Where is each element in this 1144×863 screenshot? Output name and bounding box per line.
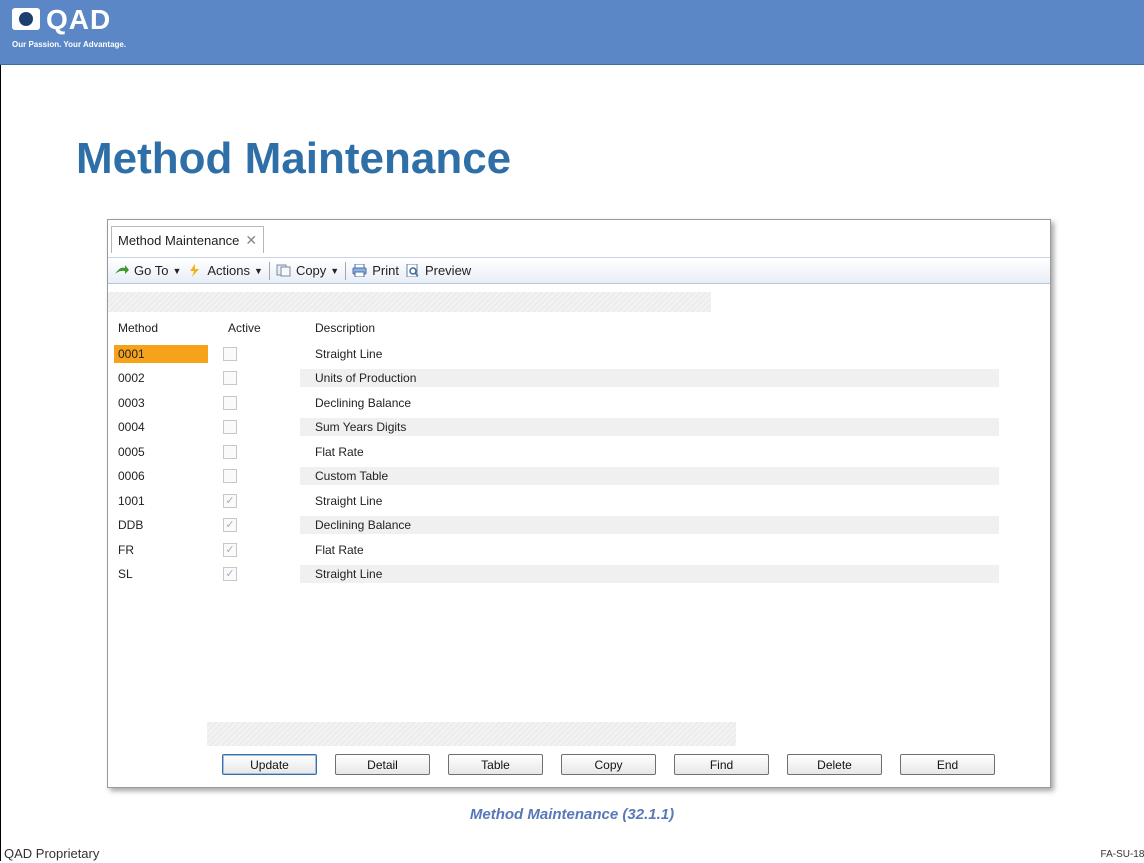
- column-header-active: Active: [228, 321, 261, 335]
- active-checkbox[interactable]: ✓: [223, 518, 237, 532]
- table-row[interactable]: FR ✓ Flat Rate: [108, 539, 1050, 563]
- figure-caption: Method Maintenance (32.1.1): [469, 806, 675, 823]
- table-row[interactable]: 0002 Units of Production: [108, 367, 1050, 391]
- chevron-down-icon: ▼: [254, 265, 263, 276]
- footer-proprietary: QAD Proprietary: [4, 846, 100, 861]
- description-cell[interactable]: Units of Production: [315, 369, 416, 387]
- method-cell[interactable]: DDB: [114, 516, 208, 534]
- copy-menu[interactable]: Copy ▼: [276, 263, 339, 278]
- goto-menu[interactable]: Go To ▼: [114, 263, 181, 278]
- method-cell[interactable]: 0005: [114, 443, 208, 461]
- print-button[interactable]: Print: [352, 263, 399, 278]
- tab-method-maintenance[interactable]: Method Maintenance ✕: [111, 226, 265, 253]
- actions-label: Actions: [207, 263, 251, 278]
- active-checkbox[interactable]: [223, 445, 237, 459]
- method-cell[interactable]: 0003: [114, 394, 208, 412]
- description-cell[interactable]: Custom Table: [315, 467, 388, 485]
- description-cell[interactable]: Straight Line: [315, 345, 382, 363]
- qad-logo-icon: [12, 8, 40, 30]
- active-checkbox[interactable]: [223, 420, 237, 434]
- filter-bar: [108, 292, 711, 312]
- goto-arrow-icon: [115, 265, 129, 274]
- actions-menu[interactable]: Actions ▼: [187, 263, 263, 278]
- method-cell[interactable]: SL: [114, 565, 208, 583]
- method-maintenance-window: Method Maintenance ✕ Go To ▼ Actions ▼ C…: [107, 219, 1051, 788]
- table-row[interactable]: 0001 Straight Line: [108, 343, 1050, 367]
- table-button[interactable]: Table: [448, 754, 543, 775]
- description-cell[interactable]: Straight Line: [315, 565, 382, 583]
- active-checkbox[interactable]: ✓: [223, 567, 237, 581]
- description-cell[interactable]: Declining Balance: [315, 516, 411, 534]
- copy-button[interactable]: Copy: [561, 754, 656, 775]
- active-checkbox[interactable]: ✓: [223, 494, 237, 508]
- status-bar: [207, 722, 736, 746]
- copy-icon: [276, 264, 291, 277]
- preview-button[interactable]: Preview: [405, 263, 471, 278]
- lightning-icon: [190, 264, 200, 277]
- delete-button[interactable]: Delete: [787, 754, 882, 775]
- tab-label: Method Maintenance: [118, 232, 240, 248]
- logo-text: QAD: [46, 4, 112, 35]
- table-row[interactable]: 0006 Custom Table: [108, 465, 1050, 489]
- table-row[interactable]: 1001 ✓ Straight Line: [108, 490, 1050, 514]
- footer-slide-id: FA-SU-180: [1100, 849, 1144, 860]
- table-row[interactable]: 0004 Sum Years Digits: [108, 416, 1050, 440]
- method-cell[interactable]: FR: [114, 541, 208, 559]
- active-checkbox[interactable]: [223, 469, 237, 483]
- find-button[interactable]: Find: [674, 754, 769, 775]
- close-icon[interactable]: ✕: [245, 232, 257, 249]
- method-cell[interactable]: 0002: [114, 369, 208, 387]
- printer-icon: [352, 264, 367, 277]
- chevron-down-icon: ▼: [172, 265, 182, 276]
- active-checkbox[interactable]: [223, 396, 237, 410]
- table-row[interactable]: 0005 Flat Rate: [108, 441, 1050, 465]
- chevron-down-icon: ▼: [330, 265, 340, 276]
- description-cell[interactable]: Sum Years Digits: [315, 418, 406, 436]
- method-cell[interactable]: 0004: [114, 418, 208, 436]
- description-cell[interactable]: Flat Rate: [315, 443, 364, 461]
- method-cell[interactable]: 0001: [114, 345, 208, 363]
- header-bar: QAD Our Passion. Your Advantage.: [0, 0, 1144, 65]
- column-header-method: Method: [118, 321, 159, 335]
- slide-title: Method Maintenance: [76, 134, 512, 183]
- table-row[interactable]: 0003 Declining Balance: [108, 392, 1050, 416]
- active-checkbox[interactable]: [223, 371, 237, 385]
- method-cell[interactable]: 1001: [114, 492, 208, 510]
- column-header-description: Description: [315, 321, 376, 335]
- description-cell[interactable]: Straight Line: [315, 492, 382, 510]
- logo-tagline: Our Passion. Your Advantage.: [12, 40, 127, 49]
- toolbar-divider: [268, 261, 270, 280]
- table-row[interactable]: SL ✓ Straight Line: [108, 563, 1050, 587]
- description-cell[interactable]: Flat Rate: [315, 541, 364, 559]
- active-checkbox[interactable]: [223, 347, 237, 361]
- preview-icon: [406, 264, 419, 277]
- end-button[interactable]: End: [900, 754, 995, 775]
- preview-label: Preview: [424, 263, 472, 278]
- detail-button[interactable]: Detail: [335, 754, 430, 775]
- grid-header: Method Active Description: [108, 321, 1050, 337]
- table-row[interactable]: DDB ✓ Declining Balance: [108, 514, 1050, 538]
- description-cell[interactable]: Declining Balance: [315, 394, 411, 412]
- print-label: Print: [372, 263, 399, 278]
- active-checkbox[interactable]: ✓: [223, 543, 237, 557]
- update-button[interactable]: Update: [222, 754, 317, 775]
- copy-label: Copy: [295, 263, 327, 278]
- toolbar-divider: [345, 261, 347, 280]
- method-cell[interactable]: 0006: [114, 467, 208, 485]
- toolbar: Go To ▼ Actions ▼ Copy ▼ Print Preview: [108, 257, 1050, 284]
- goto-label: Go To: [134, 263, 169, 278]
